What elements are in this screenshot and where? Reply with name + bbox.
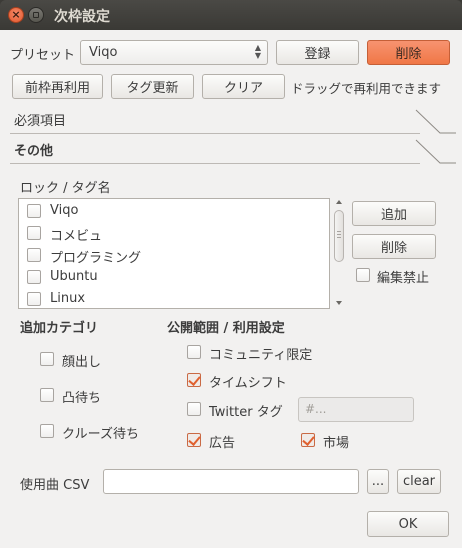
title-bar: × 次枠設定 [0,0,462,30]
preset-value: Viqo [89,45,118,60]
tag-name: コメビュ [50,229,103,244]
tags-label: ロック / タグ名 [20,181,111,196]
preset-select[interactable]: Viqo ▲ ▼ [80,40,268,65]
tag-lock-checkbox[interactable] [27,226,41,240]
close-window-button[interactable]: × [8,7,24,23]
minimize-icon [33,12,39,18]
reuse-previous-button[interactable]: 前枠再利用 [12,74,103,99]
dialog-content: プリセット Viqo ▲ ▼ 登録 削除 前枠再利用 タグ更新 クリア ドラッグで… [0,30,462,548]
tag-name: Ubuntu [50,269,98,284]
tag-list-scrollbar[interactable] [332,198,346,309]
timeshift-label: タイムシフト [209,376,287,391]
tag-list[interactable]: Viqo コメビュ プログラミング Ubuntu Linux [18,198,330,309]
csv-browse-button[interactable]: ... [367,469,389,494]
tag-lock-checkbox[interactable] [27,292,41,306]
list-item[interactable]: プログラミング [19,244,329,266]
list-item[interactable]: Ubuntu [19,266,329,288]
tag-name: Viqo [50,203,79,218]
community-only-label: コミュニティ限定 [209,348,313,363]
twitter-tag-checkbox[interactable] [187,402,201,416]
tag-lock-checkbox[interactable] [27,270,41,284]
cruise-wait-label: クルーズ待ち [62,427,139,442]
other-section-header[interactable]: その他 [10,136,456,164]
required-section-header[interactable]: 必須項目 [10,106,456,134]
twitter-tag-placeholder: #... [305,402,327,416]
register-button[interactable]: 登録 [276,40,359,65]
minimize-window-button[interactable] [28,7,44,23]
twitter-tag-label: Twitter タグ [209,405,283,420]
ads-label: 広告 [209,436,236,451]
market-checkbox[interactable] [301,433,315,447]
delete-tag-button[interactable]: 削除 [352,234,436,259]
updown-arrow-icon: ▲ ▼ [254,43,261,60]
face-checkbox[interactable] [40,352,54,366]
face-label: 顔出し [62,355,102,370]
tag-lock-checkbox[interactable] [27,248,41,262]
cruise-wait-checkbox[interactable] [40,424,54,438]
tag-name: プログラミング [50,251,142,266]
scroll-up-icon[interactable] [335,198,343,206]
tag-update-button[interactable]: タグ更新 [111,74,194,99]
scroll-down-icon[interactable] [335,299,343,307]
add-tag-button[interactable]: 追加 [352,201,436,226]
totsu-wait-checkbox[interactable] [40,388,54,402]
community-only-checkbox[interactable] [187,345,201,359]
lock-edit-label: 編集禁止 [377,271,430,286]
tag-name: Linux [50,291,86,306]
tag-lock-checkbox[interactable] [27,204,41,218]
drag-hint: ドラッグで再利用できます [291,81,442,96]
totsu-wait-label: 凸待ち [62,391,102,406]
delete-preset-button[interactable]: 削除 [367,40,450,65]
csv-label: 使用曲 CSV [20,478,90,493]
scrollbar-thumb[interactable] [334,210,344,262]
close-icon: × [11,8,21,21]
lock-edit-checkbox[interactable] [356,268,370,282]
list-item[interactable]: Viqo [19,200,329,222]
publish-title: 公開範囲 / 利用設定 [167,321,285,336]
section-divider [10,139,456,164]
market-label: 市場 [323,436,350,451]
csv-clear-button[interactable]: clear [397,469,441,494]
window-title: 次枠設定 [54,9,110,25]
category-title: 追加カテゴリ [20,321,99,336]
ok-button[interactable]: OK [367,511,449,537]
list-item[interactable]: コメビュ [19,222,329,244]
list-item[interactable]: Linux [19,288,329,308]
ads-checkbox[interactable] [187,433,201,447]
section-divider [10,109,456,134]
timeshift-checkbox[interactable] [187,373,201,387]
twitter-tag-input[interactable]: #... [298,397,414,422]
clear-button[interactable]: クリア [202,74,285,99]
preset-label: プリセット [10,48,76,63]
csv-path-input[interactable] [103,469,359,494]
